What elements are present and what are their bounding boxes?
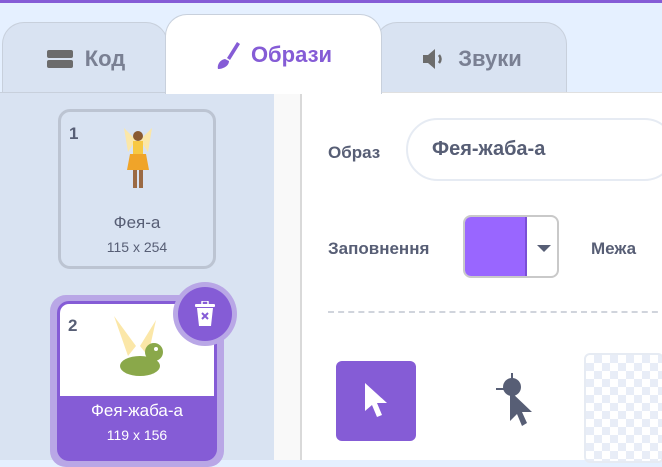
menu-bar-edge <box>0 0 662 3</box>
reshape-tool-button[interactable] <box>492 371 542 431</box>
costume-name: Фея-жаба-а <box>91 401 183 420</box>
tab-costumes-label: Образи <box>250 41 333 67</box>
costume-name-input[interactable]: Фея-жаба-а <box>406 118 662 181</box>
delete-costume-button[interactable] <box>173 282 237 346</box>
tab-code[interactable]: Код <box>2 22 168 94</box>
costume-item-1[interactable]: 1 Фея-а 115 x 254 <box>58 109 216 269</box>
costume-size: 119 x 156 <box>106 427 168 443</box>
fairy-thumbnail <box>124 128 152 188</box>
brush-icon <box>217 41 240 69</box>
costume-number: 1 <box>69 124 79 143</box>
select-tool-button[interactable] <box>336 361 416 441</box>
costume-name: Фея-а <box>113 213 161 232</box>
fairy-frog-thumbnail <box>114 316 163 376</box>
costume-size: 115 x 254 <box>106 239 168 255</box>
drawing-canvas[interactable] <box>584 353 662 463</box>
fill-swatch <box>465 217 527 276</box>
speaker-icon <box>423 48 442 69</box>
costume-number: 2 <box>68 316 78 335</box>
outline-label: Межа <box>591 239 637 258</box>
fill-color-picker[interactable] <box>463 215 559 278</box>
reshape-icon <box>496 373 532 426</box>
divider <box>328 311 662 313</box>
tab-sounds-label: Звуки <box>458 45 522 71</box>
fill-label: Заповнення <box>328 239 430 258</box>
paint-editor: Образ Фея-жаба-а Заповнення Межа <box>302 92 662 463</box>
costume-name-label: Образ <box>328 143 381 162</box>
chevron-down-icon <box>537 245 551 252</box>
costume-list: 1 Фея-а 115 x 254 2 Фея-жаба-а 119 x 156 <box>0 92 274 467</box>
tab-costumes[interactable]: Образи <box>165 14 382 94</box>
code-blocks-icon <box>46 49 73 68</box>
arrow-pointer-icon <box>365 383 387 417</box>
tab-sounds[interactable]: Звуки <box>375 22 567 94</box>
scroll-gutter <box>274 92 302 460</box>
trash-icon <box>195 301 215 326</box>
tab-code-label: Код <box>84 45 126 71</box>
